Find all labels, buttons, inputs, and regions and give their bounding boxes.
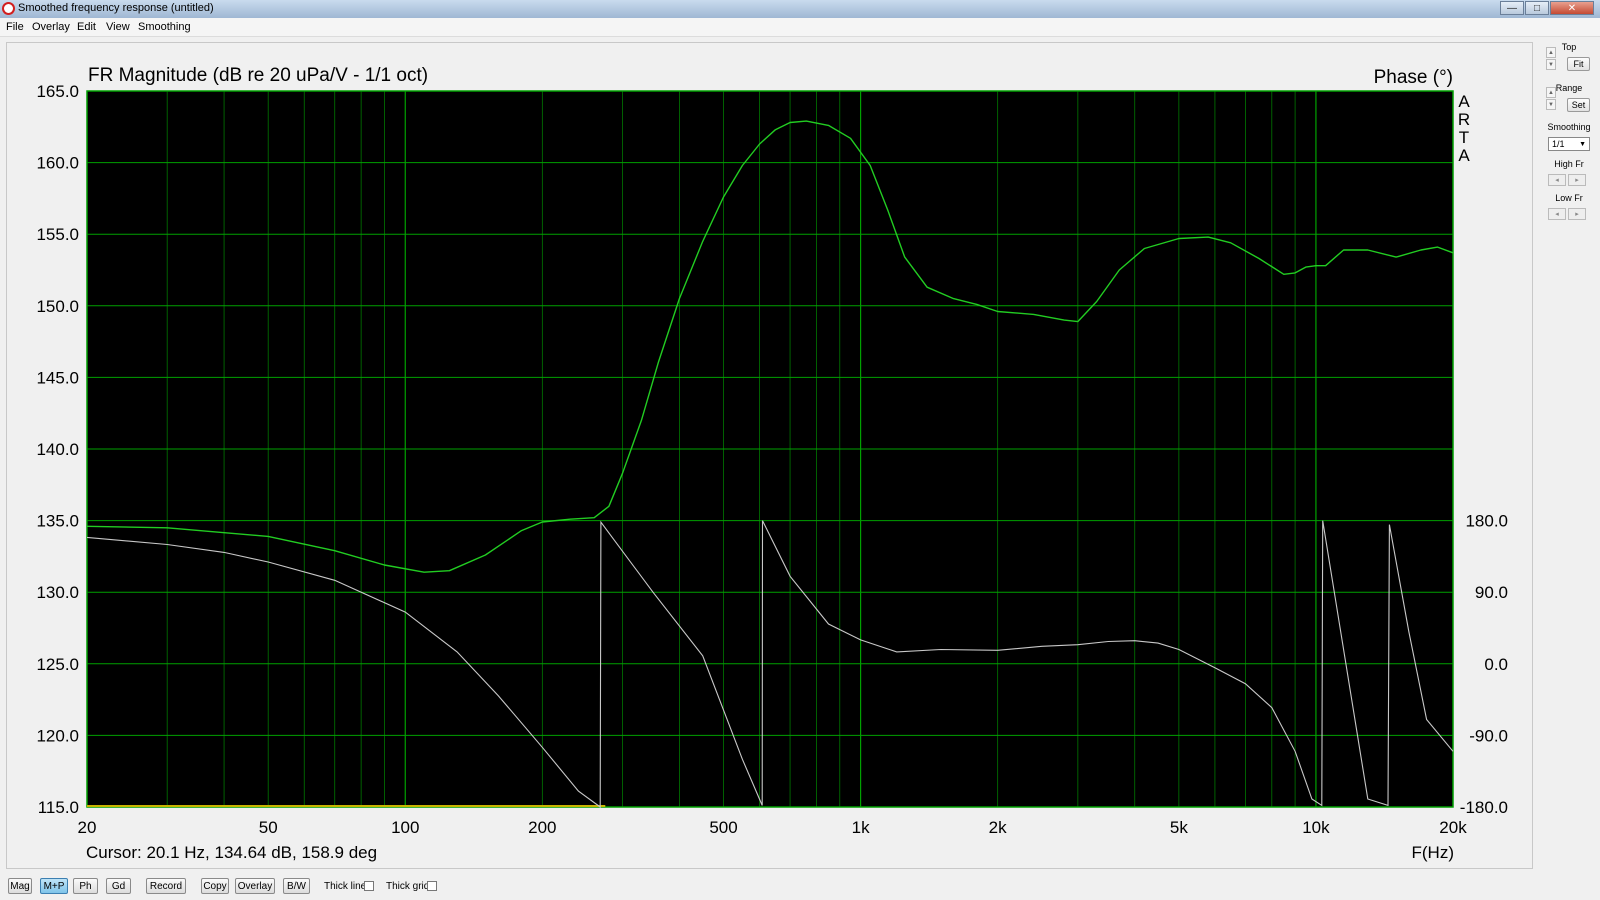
chart-title: FR Magnitude (dB re 20 uPa/V - 1/1 oct) (88, 65, 428, 86)
top-down-spin[interactable]: ▼ (1546, 59, 1556, 70)
low-fr-left-arrow[interactable]: ◂ (1548, 208, 1566, 220)
y2-tick-label: 0.0 (1484, 655, 1508, 674)
low-fr-right-arrow[interactable]: ▸ (1568, 208, 1586, 220)
smoothing-select[interactable]: 1/1 ▼ (1548, 137, 1590, 151)
thick-grid-checkbox[interactable] (427, 881, 437, 891)
bottom-toolbar: Mag M+P Ph Gd Record Copy Overlay B/W Th… (0, 876, 1600, 900)
thick-line-checkbox[interactable] (364, 881, 374, 891)
x-tick-label: 2k (989, 818, 1007, 837)
y-tick-label: 150.0 (36, 297, 79, 316)
overlay-button[interactable]: Overlay (235, 878, 275, 894)
range-down-spin[interactable]: ▼ (1546, 99, 1556, 110)
arta-watermark-letter: T (1459, 128, 1469, 147)
group-delay-button[interactable]: Gd (106, 878, 131, 894)
smoothing-label: Smoothing (1547, 122, 1591, 132)
y-tick-label: 120.0 (36, 726, 79, 745)
x-tick-label: 500 (709, 818, 737, 837)
cursor-readout: Cursor: 20.1 Hz, 134.64 dB, 158.9 deg (86, 843, 377, 862)
y-tick-label: 125.0 (36, 655, 79, 674)
y-tick-label: 135.0 (36, 512, 79, 531)
phase-button[interactable]: Ph (73, 878, 98, 894)
x-axis-label: F(Hz) (1412, 843, 1454, 862)
x-tick-label: 100 (391, 818, 419, 837)
smoothing-value: 1/1 (1552, 139, 1565, 149)
y-tick-label: 160.0 (36, 154, 79, 173)
x-tick-label: 20 (78, 818, 97, 837)
bw-button[interactable]: B/W (283, 878, 310, 894)
y-tick-label: 155.0 (36, 225, 79, 244)
set-button[interactable]: Set (1567, 98, 1590, 112)
chevron-down-icon: ▼ (1579, 141, 1586, 148)
fit-button[interactable]: Fit (1567, 57, 1590, 71)
y-tick-label: 145.0 (36, 368, 79, 387)
arta-watermark-letter: A (1458, 92, 1470, 111)
range-up-spin[interactable]: ▲ (1546, 87, 1556, 98)
phase-axis-title: Phase (°) (1374, 67, 1453, 88)
x-tick-label: 200 (528, 818, 556, 837)
frequency-response-chart[interactable]: 115.0 120.0 125.0 130.0 135.0 140.0 145.0 150.0… (0, 0, 1600, 900)
x-tick-label: 10k (1302, 818, 1330, 837)
record-button[interactable]: Record (146, 878, 186, 894)
mag-button[interactable]: Mag (8, 878, 32, 894)
y2-tick-label: 180.0 (1465, 512, 1508, 531)
mag-phase-button[interactable]: M+P (40, 878, 68, 894)
low-fr-label: Low Fr (1555, 193, 1583, 203)
x-tick-label: 1k (852, 818, 870, 837)
y-tick-label: 130.0 (36, 583, 79, 602)
side-panel: Top ▲ ▼ Fit Range ▲ ▼ Set Smoothing 1/1 … (1540, 40, 1598, 240)
y2-tick-label: 90.0 (1475, 583, 1508, 602)
y-tick-label: 115.0 (38, 798, 79, 817)
y2-tick-label: -90.0 (1469, 726, 1508, 745)
x-tick-label: 5k (1170, 818, 1188, 837)
y-tick-label: 140.0 (36, 440, 79, 459)
high-fr-right-arrow[interactable]: ▸ (1568, 174, 1586, 186)
y-tick-label: 165.0 (36, 82, 79, 101)
x-tick-label: 50 (259, 818, 278, 837)
high-fr-left-arrow[interactable]: ◂ (1548, 174, 1566, 186)
arta-watermark-letter: A (1458, 146, 1470, 165)
top-up-spin[interactable]: ▲ (1546, 47, 1556, 58)
thick-line-label: Thick line (324, 881, 367, 892)
y2-tick-label: -180.0 (1460, 798, 1508, 817)
thick-grid-label: Thick grid (386, 881, 430, 892)
arta-watermark-letter: R (1458, 110, 1470, 129)
copy-button[interactable]: Copy (201, 878, 229, 894)
high-fr-label: High Fr (1554, 159, 1584, 169)
x-tick-label: 20k (1439, 818, 1467, 837)
